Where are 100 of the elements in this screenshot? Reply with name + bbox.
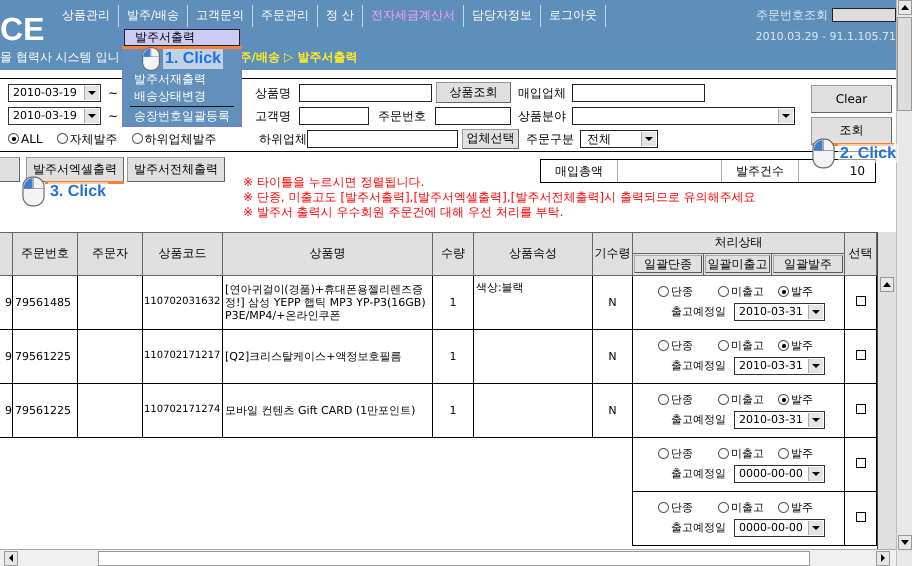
table-cell: 1 (432, 329, 474, 384)
checkbox[interactable] (856, 350, 866, 360)
scrollbar-thumb[interactable] (98, 550, 810, 566)
input-field[interactable] (299, 84, 432, 102)
caret-icon (84, 108, 99, 123)
input-field[interactable] (435, 106, 511, 125)
column-header: 선택 (844, 232, 877, 276)
search-button[interactable]: 조회 (811, 116, 892, 145)
checkbox[interactable] (856, 512, 866, 522)
radio-label: 발주 (791, 447, 813, 460)
table-cell: 1 (432, 275, 474, 330)
callout-text: 1. Click (163, 49, 224, 69)
table-cell: [연아귀걸이(경품)+휴대폰용젤리렌즈증정!] 삼성 YEPP 햅틱 MP3 YP-P3(16GB) P3E/MP4/+온라인쿠폰 (222, 275, 432, 330)
column-header[interactable]: 상품코드 (142, 232, 222, 276)
radio-button[interactable] (778, 448, 789, 460)
breadcrumb: 주/배송 ▷ 발주서출력 (239, 50, 358, 64)
column-header[interactable]: 주문자 (78, 232, 142, 276)
input-field[interactable] (572, 84, 705, 102)
radio-button[interactable] (718, 448, 729, 460)
date-select[interactable]: 0000-00-00 (734, 518, 825, 537)
column-header[interactable]: 주문번호 (12, 232, 78, 276)
radio-button[interactable] (56, 133, 68, 144)
caret-icon (778, 108, 793, 123)
caret-icon (808, 520, 823, 535)
radio-button[interactable] (8, 133, 19, 144)
column-header[interactable]: 상품속성 (474, 232, 592, 276)
radio-button[interactable] (718, 394, 729, 406)
table-cell: N (592, 329, 632, 384)
menu-item[interactable]: 발주서출력 (124, 29, 240, 46)
date-select[interactable]: 2010-03-31 (734, 410, 825, 429)
radio-button[interactable] (658, 394, 669, 406)
radio-button[interactable] (778, 340, 789, 352)
column-header[interactable]: 상품명 (222, 232, 432, 276)
radio-button[interactable] (718, 502, 729, 514)
radio-button[interactable] (778, 502, 789, 514)
product-search-button[interactable]: 상품조회 (436, 82, 511, 104)
radio-label: 단종 (671, 447, 693, 460)
table-cell: 79561225 (12, 329, 78, 384)
radio-button[interactable] (658, 502, 669, 514)
date-select[interactable]: 2010-03-19 (8, 84, 101, 102)
caret-icon (641, 132, 656, 146)
field-label: 주문구분 (526, 132, 575, 146)
date-select[interactable]: 0000-00-00 (734, 464, 825, 483)
summary-label: 매입총액 (541, 160, 618, 182)
vertical-scrollbar[interactable] (877, 232, 896, 550)
export-button[interactable]: 발주서엑셀출력 (26, 156, 124, 182)
radio-label: 발주 (791, 285, 813, 298)
radio-label: 미출고 (731, 285, 764, 298)
order-type-select[interactable]: 전체 (580, 130, 658, 148)
caret-icon (808, 466, 823, 481)
vendor-select-button[interactable]: 업체선택 (462, 128, 519, 149)
caret-icon (84, 86, 99, 100)
radio-label: 발주 (791, 393, 813, 406)
radio-label: 단종 (671, 393, 693, 406)
vertical-scrollbar[interactable] (896, 0, 912, 566)
radio-label: 단종 (671, 501, 693, 514)
bulk-status-button[interactable]: 일괄미출고 (705, 255, 770, 274)
export-button[interactable]: 발주서전체출력 (127, 156, 225, 182)
table-cell: N (592, 275, 632, 330)
caret-icon (808, 412, 823, 427)
field-label: 출고예정일 (671, 305, 726, 318)
input-field[interactable] (299, 106, 369, 125)
horizontal-scrollbar[interactable] (0, 549, 896, 566)
checkbox[interactable] (856, 296, 866, 306)
table-cell: 79561485 (12, 275, 78, 330)
order-lookup-field[interactable] (832, 8, 896, 22)
radio-button[interactable] (132, 133, 143, 144)
breadcrumb-text: 몰 협력사 시스템 입니 (0, 50, 120, 64)
field-label: 상품명 (255, 86, 292, 100)
radio-label: 하위업체발주 (144, 132, 217, 146)
bulk-status-button[interactable]: 일괄발주 (773, 255, 844, 274)
radio-button[interactable] (658, 340, 669, 352)
callout-text: 2. Click (838, 144, 898, 164)
checkbox[interactable] (856, 458, 866, 468)
radio-button[interactable] (658, 448, 669, 460)
column-header[interactable]: 수량 (432, 232, 474, 276)
clear-button[interactable]: Clear (811, 84, 892, 113)
toolbar-button[interactable] (0, 156, 20, 182)
session-info: 2010.03.29 - 91.1.105.71 (756, 30, 896, 44)
caret-icon (808, 358, 823, 373)
scrollbar-thumb[interactable] (897, 17, 912, 111)
radio-button[interactable] (658, 286, 669, 298)
radio-button[interactable] (718, 286, 729, 298)
radio-button[interactable] (778, 394, 789, 406)
radio-button[interactable] (718, 340, 729, 352)
field-label: 고객명 (255, 108, 292, 124)
date-select[interactable]: 2010-03-31 (734, 302, 825, 321)
table-cell: 9 (0, 329, 12, 384)
bulk-status-button[interactable]: 일괄단종 (634, 255, 702, 274)
date-select[interactable]: 2010-03-19 (8, 106, 101, 125)
radio-label: 발주 (791, 501, 813, 514)
range-separator: ~ (106, 108, 120, 124)
field-label: 상품분야 (518, 108, 567, 124)
column-header[interactable]: 기수령 (592, 232, 632, 276)
checkbox[interactable] (856, 404, 866, 414)
input-field[interactable] (307, 130, 458, 148)
table-cell: 1 (432, 383, 474, 438)
category-select[interactable] (572, 106, 795, 125)
radio-button[interactable] (778, 286, 789, 298)
date-select[interactable]: 2010-03-31 (734, 356, 825, 375)
